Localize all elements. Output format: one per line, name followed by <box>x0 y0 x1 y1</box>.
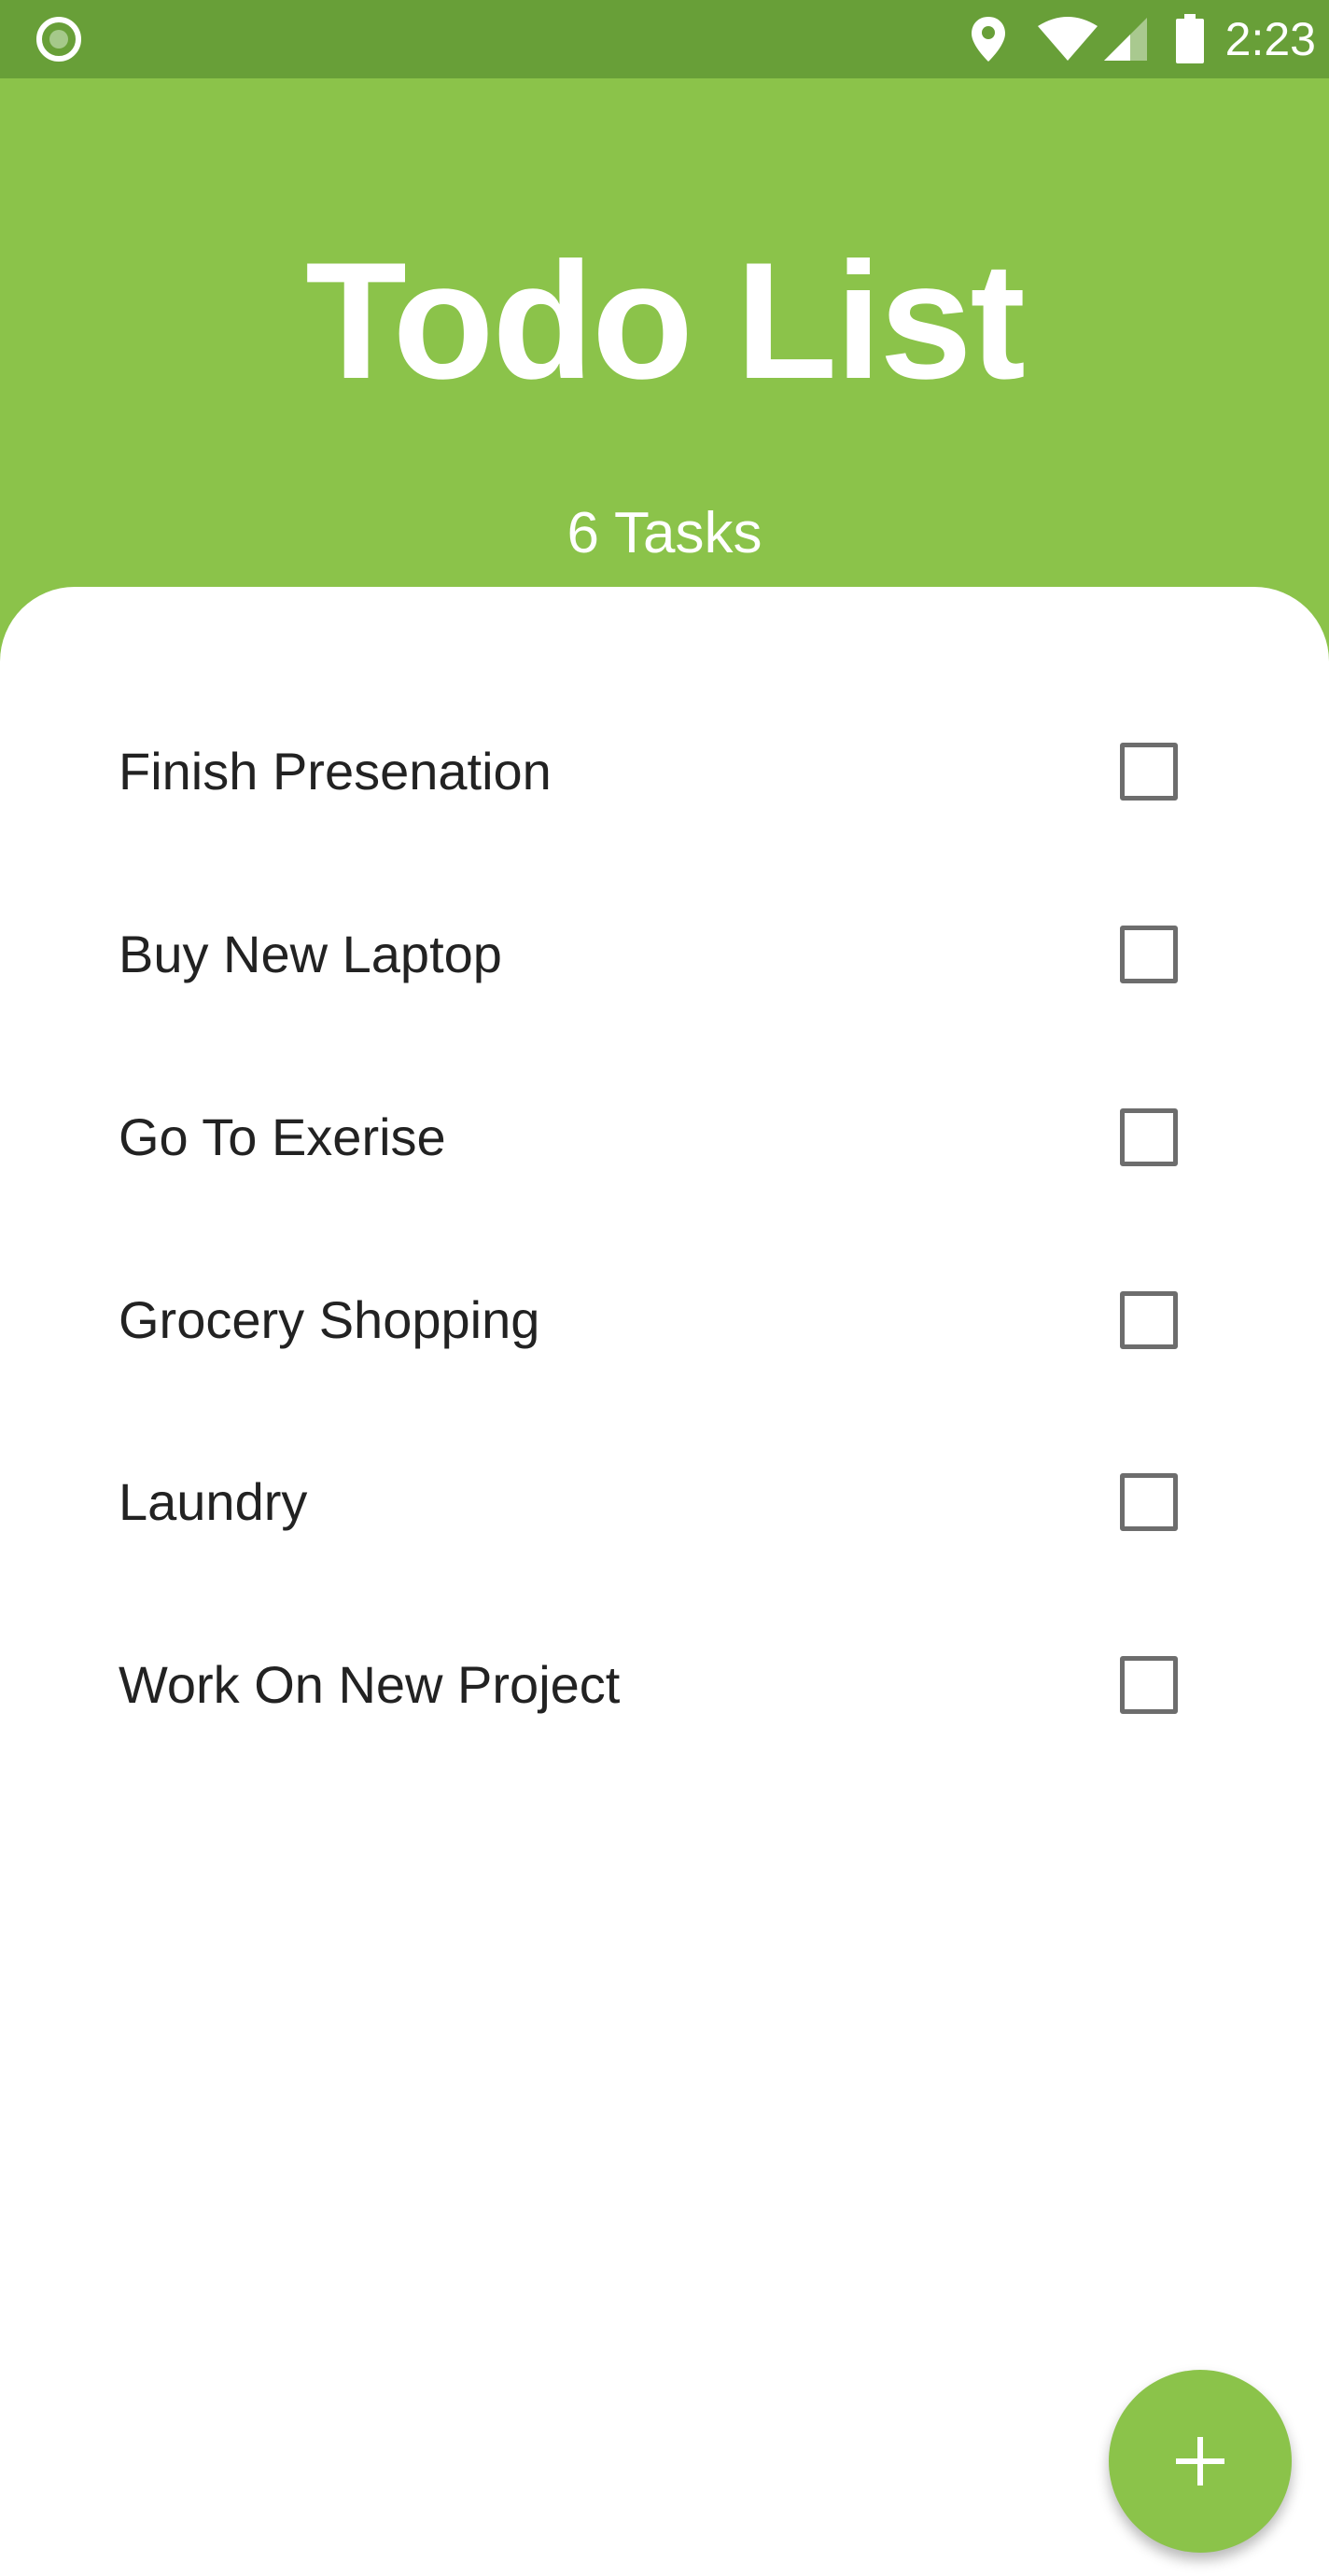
page-title: Todo List <box>305 228 1026 413</box>
task-checkbox[interactable] <box>1120 926 1178 983</box>
task-row[interactable]: Laundry <box>0 1411 1329 1594</box>
task-label: Grocery Shopping <box>119 1290 540 1349</box>
task-list-card: Finish Presenation Buy New Laptop Go To … <box>0 587 1329 2576</box>
status-bar: 2:23 <box>0 0 1329 78</box>
record-circle-icon <box>36 17 81 62</box>
status-icons: 2:23 <box>968 0 1329 78</box>
task-label: Go To Exerise <box>119 1107 446 1166</box>
task-checkbox[interactable] <box>1120 1656 1178 1714</box>
task-checkbox[interactable] <box>1120 1473 1178 1531</box>
status-time: 2:23 <box>1224 13 1316 65</box>
plus-icon <box>1176 2437 1224 2485</box>
task-label: Laundry <box>119 1472 308 1531</box>
location-pin-icon <box>971 17 1005 62</box>
task-checkbox[interactable] <box>1120 1291 1178 1349</box>
task-label: Finish Presenation <box>119 742 552 801</box>
battery-icon <box>1175 14 1204 63</box>
task-label: Buy New Laptop <box>119 925 502 983</box>
wifi-icon <box>1037 17 1098 61</box>
task-row[interactable]: Finish Presenation <box>0 680 1329 863</box>
task-row[interactable]: Grocery Shopping <box>0 1229 1329 1412</box>
add-task-button[interactable] <box>1109 2370 1292 2553</box>
cellular-signal-icon <box>1103 18 1147 61</box>
task-row[interactable]: Work On New Project <box>0 1594 1329 1776</box>
task-checkbox[interactable] <box>1120 743 1178 801</box>
header: Todo List 6 Tasks <box>0 78 1329 638</box>
task-row[interactable]: Go To Exerise <box>0 1046 1329 1229</box>
task-row[interactable]: Buy New Laptop <box>0 863 1329 1046</box>
task-label: Work On New Project <box>119 1655 621 1714</box>
task-count: 6 Tasks <box>567 501 762 565</box>
task-checkbox[interactable] <box>1120 1108 1178 1166</box>
